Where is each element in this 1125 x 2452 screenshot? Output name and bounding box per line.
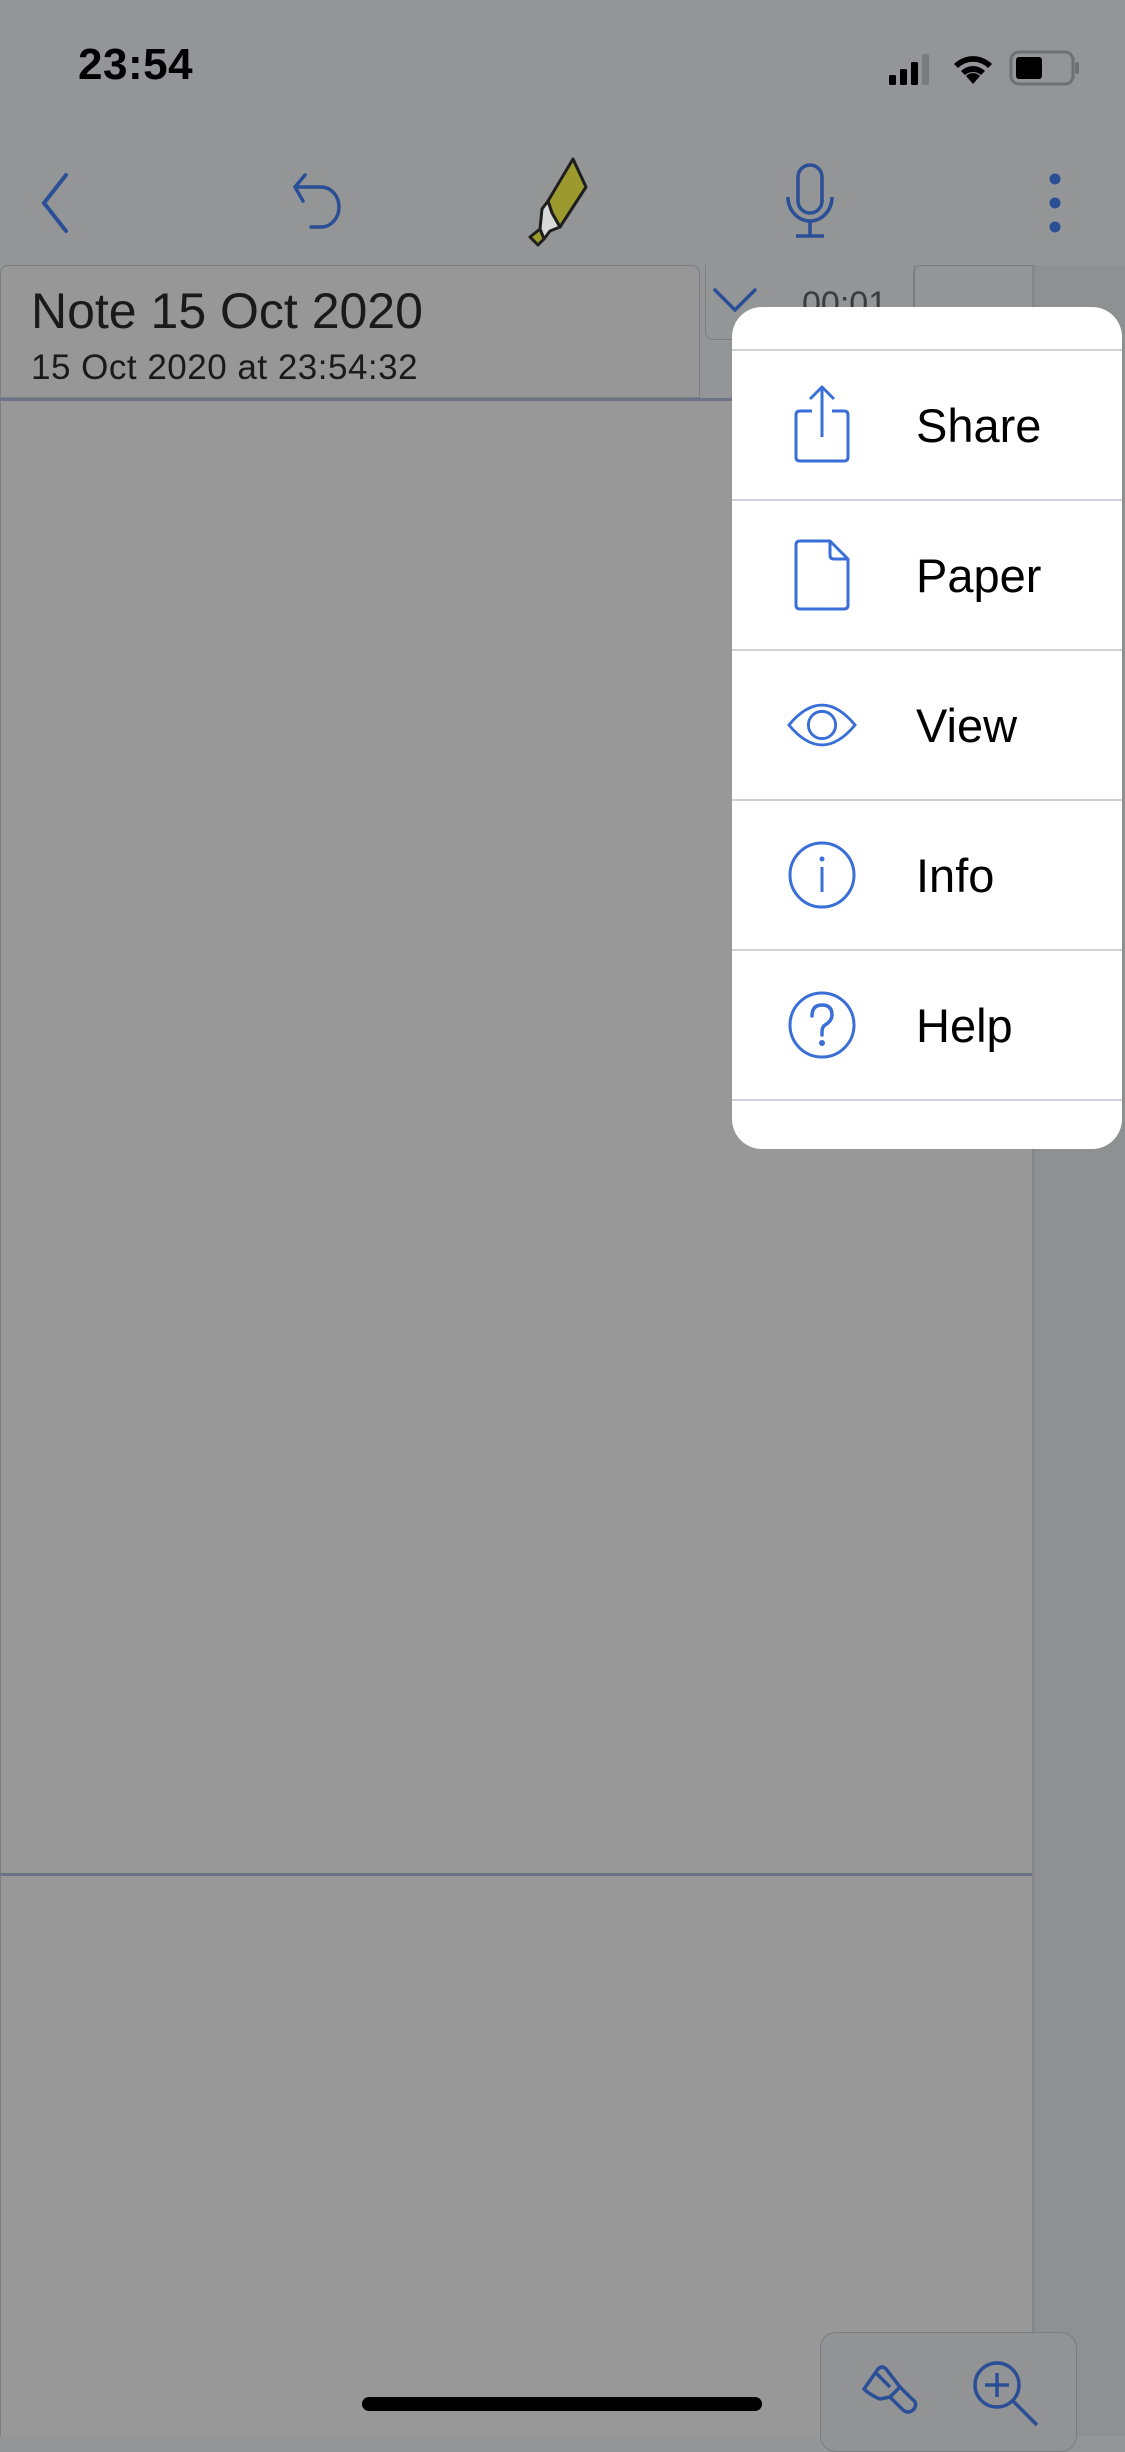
zoom-in-button[interactable]	[971, 2359, 1041, 2434]
menu-item-view[interactable]: View	[732, 651, 1122, 799]
more-button[interactable]	[1025, 150, 1085, 260]
options-menu: Share Paper View Info Help	[732, 307, 1122, 1149]
cellular-signal-icon	[889, 51, 937, 90]
menu-item-info[interactable]: Info	[732, 801, 1122, 949]
status-time: 23:54	[78, 40, 194, 89]
menu-label-help: Help	[916, 998, 1013, 1052]
microphone-button[interactable]	[770, 150, 850, 260]
chevron-left-icon	[38, 171, 72, 240]
help-circle-icon	[787, 990, 857, 1060]
highlighter-icon	[510, 153, 610, 258]
microphone-icon	[782, 162, 838, 248]
menu-label-share: Share	[916, 398, 1042, 452]
bottom-tools-panel	[820, 2332, 1077, 2452]
eye-icon	[787, 690, 857, 760]
document-icon	[787, 539, 857, 611]
highlighter-button[interactable]	[505, 150, 615, 260]
note-title: Note 15 Oct 2020	[31, 283, 423, 339]
menu-label-view: View	[916, 698, 1018, 752]
note-header[interactable]: Note 15 Oct 2020 15 Oct 2020 at 23:54:32	[0, 265, 700, 398]
brush-button[interactable]	[856, 2361, 926, 2431]
undo-arrow-icon	[285, 171, 345, 240]
back-button[interactable]	[20, 150, 90, 260]
note-timestamp: 15 Oct 2020 at 23:54:32	[31, 348, 419, 387]
wifi-icon	[951, 51, 995, 90]
info-circle-icon	[787, 840, 857, 910]
menu-label-info: Info	[916, 848, 995, 902]
more-vertical-icon	[1047, 171, 1063, 240]
menu-item-paper[interactable]: Paper	[732, 501, 1122, 649]
undo-button[interactable]	[275, 150, 355, 260]
menu-item-help[interactable]: Help	[732, 951, 1122, 1099]
menu-separator	[732, 1099, 1122, 1101]
status-bar: 23:54	[0, 0, 1125, 140]
menu-item-share[interactable]: Share	[732, 351, 1122, 499]
zoom-in-icon	[971, 2359, 1041, 2434]
home-indicator	[362, 2397, 762, 2411]
status-icons	[889, 50, 1081, 91]
share-icon	[787, 385, 857, 463]
battery-icon	[1009, 50, 1081, 91]
paintbrush-icon	[860, 2363, 922, 2430]
page-break-line	[0, 1873, 1125, 1876]
menu-label-paper: Paper	[916, 548, 1042, 602]
toolbar	[0, 140, 1125, 265]
